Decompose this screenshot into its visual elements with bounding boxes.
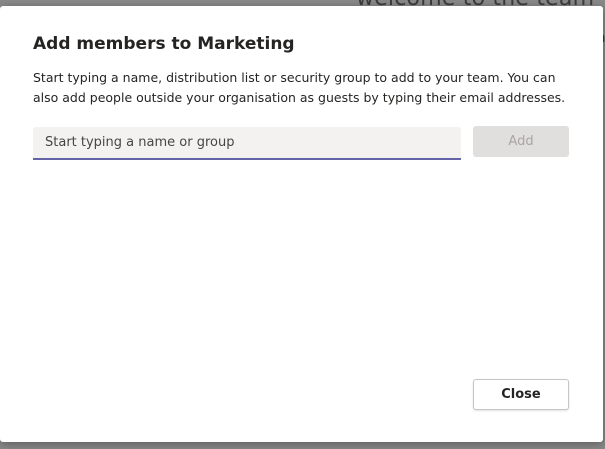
- dialog-description: Start typing a name, distribution list o…: [33, 70, 566, 105]
- search-field-container: [33, 127, 461, 160]
- dialog-title: Add members to Marketing: [33, 34, 295, 54]
- add-button[interactable]: Add: [473, 126, 569, 157]
- member-search-input[interactable]: [33, 127, 461, 158]
- close-button[interactable]: Close: [473, 379, 569, 410]
- add-members-dialog: Add members to Marketing Start typing a …: [0, 6, 603, 442]
